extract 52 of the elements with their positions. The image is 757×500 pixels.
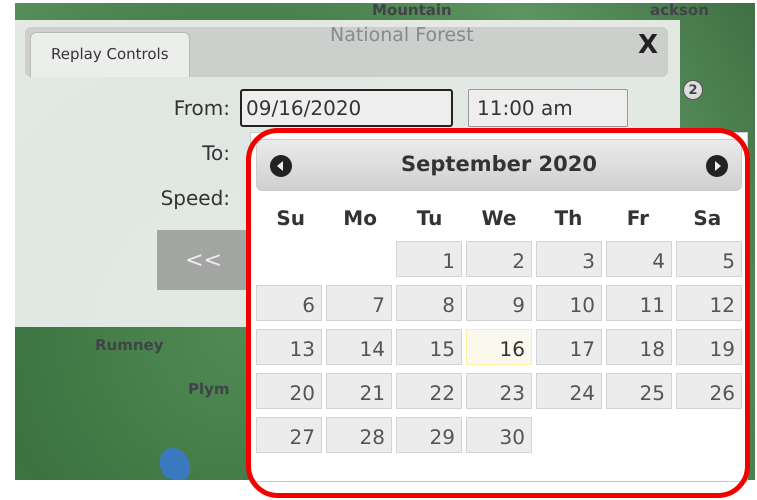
day-cell[interactable]: 29	[396, 417, 462, 453]
weekday-label: Th	[553, 205, 584, 232]
day-cell[interactable]: 1	[396, 241, 462, 277]
day-cell[interactable]: 20	[256, 373, 322, 409]
field-label: Speed:	[160, 184, 231, 212]
day-cell[interactable]: 8	[396, 285, 462, 321]
day-cell[interactable]: 6	[256, 285, 322, 321]
weekday-label: Sa	[692, 205, 722, 232]
date-field[interactable]: 09/16/2020	[240, 88, 453, 126]
day-cell[interactable]: 27	[256, 417, 322, 453]
time-field[interactable]: 11:00 am	[468, 88, 628, 126]
field-label: From:	[172, 94, 231, 122]
day-cell[interactable]: 17	[536, 329, 602, 365]
day-cell[interactable]: 24	[536, 373, 602, 409]
day-cell[interactable]: 9	[466, 285, 532, 321]
previous-month-button[interactable]	[269, 153, 293, 177]
day-cell[interactable]: 4	[606, 241, 672, 277]
map-label: Plym	[188, 382, 230, 397]
day-cell[interactable]: 14	[326, 329, 392, 365]
day-cell[interactable]: 7	[326, 285, 392, 321]
day-cell[interactable]: 21	[326, 373, 392, 409]
day-cell[interactable]: 23	[466, 373, 532, 409]
field-label: To:	[201, 140, 231, 166]
weekday-label: Fr	[626, 205, 650, 232]
day-cell[interactable]: 15	[396, 329, 462, 365]
weekday-label: Su	[275, 205, 306, 232]
day-cell[interactable]: 22	[396, 373, 462, 409]
day-cell[interactable]: 13	[256, 329, 322, 365]
month-title: September 2020	[401, 151, 597, 178]
day-cell[interactable]: 3	[536, 241, 602, 277]
day-cell[interactable]: 11	[606, 285, 672, 321]
next-month-button[interactable]	[704, 153, 729, 177]
dialog-tab[interactable]: Replay Controls	[30, 32, 190, 77]
map-label: Rumney	[95, 338, 164, 353]
day-cell[interactable]: 5	[676, 241, 742, 277]
weekday-label: Tu	[416, 205, 444, 232]
day-cell[interactable]: 19	[676, 329, 742, 365]
day-cell[interactable]: 30	[466, 417, 532, 453]
map-label: ackson	[650, 3, 709, 18]
map-label: National Forest	[330, 26, 474, 45]
weekday-label: Mo	[342, 205, 378, 232]
map-label: Mountain	[372, 3, 452, 18]
close-button[interactable]: X	[634, 31, 662, 60]
day-cell[interactable]: 28	[326, 417, 392, 453]
day-cell[interactable]: 16	[466, 329, 532, 365]
day-cell[interactable]: 26	[676, 373, 742, 409]
weekday-label: We	[480, 205, 518, 232]
day-cell[interactable]: 25	[606, 373, 672, 409]
day-cell[interactable]: 12	[676, 285, 742, 321]
day-cell[interactable]: 10	[536, 285, 602, 321]
day-cell[interactable]: 18	[606, 329, 672, 365]
day-cell[interactable]: 2	[466, 241, 532, 277]
